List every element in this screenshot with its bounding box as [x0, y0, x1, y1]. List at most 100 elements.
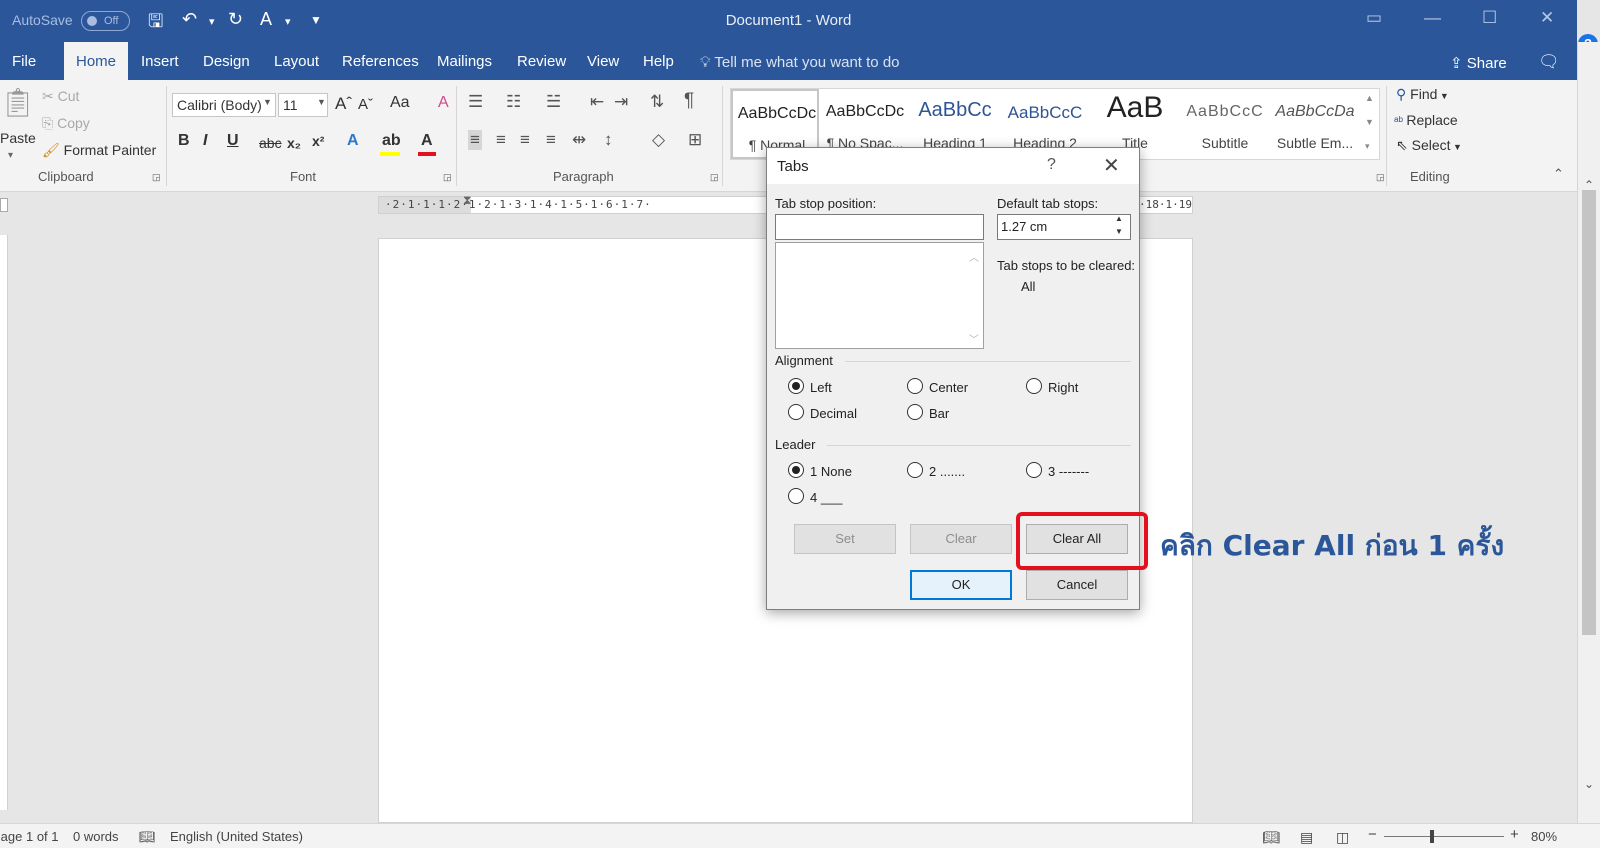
dialog-close-icon[interactable]: ✕	[1103, 153, 1120, 178]
styles-scroll-down-icon[interactable]: ▼	[1365, 117, 1374, 127]
paragraph-launcher-icon[interactable]: ◲	[710, 172, 719, 183]
style-subtitle[interactable]: AaBbCcC Subtitle	[1181, 89, 1269, 159]
font-size-dropdown-icon[interactable]: ▼	[317, 97, 326, 107]
paste-button[interactable]: Paste	[0, 130, 36, 146]
dialog-help-button[interactable]: ?	[1047, 156, 1056, 174]
leader-none-label[interactable]: 1 None	[810, 464, 852, 479]
web-layout-icon[interactable]: ◫	[1336, 829, 1349, 846]
align-decimal-radio[interactable]	[788, 404, 804, 420]
tab-selector[interactable]	[0, 198, 8, 212]
align-right-icon[interactable]: ≡	[520, 130, 530, 150]
align-center-radio[interactable]	[907, 378, 923, 394]
set-button[interactable]: Set	[794, 524, 896, 554]
font-name-box[interactable]: Calibri (Body)	[172, 93, 276, 117]
language-indicator[interactable]: English (United States)	[170, 829, 303, 844]
tab-layout[interactable]: Layout	[274, 53, 319, 70]
tab-stop-position-input[interactable]	[775, 214, 984, 240]
spin-up-icon[interactable]: ▲	[1115, 214, 1123, 223]
tab-help[interactable]: Help	[643, 53, 674, 70]
clear-formatting-icon[interactable]: A	[438, 94, 449, 112]
leader-none-radio[interactable]	[788, 462, 804, 478]
paste-icon[interactable]: 📋︎	[0, 86, 36, 119]
tab-mailings[interactable]: Mailings	[437, 53, 492, 70]
list-scroll-up-icon[interactable]: ︿	[969, 249, 979, 264]
leader-dashes-radio[interactable]	[1026, 462, 1042, 478]
shrink-font-icon[interactable]: Aˇ	[358, 96, 373, 113]
print-layout-icon[interactable]: ▤	[1300, 829, 1313, 846]
style-subtle-emphasis[interactable]: AaBbCcDa Subtle Em...	[1271, 89, 1359, 159]
increase-indent-icon[interactable]: ⇥	[614, 92, 628, 112]
styles-more-icon[interactable]: ▾	[1365, 141, 1370, 152]
align-decimal-label[interactable]: Decimal	[810, 406, 857, 421]
scroll-thumb[interactable]	[1582, 190, 1596, 635]
tab-view[interactable]: View	[587, 53, 619, 70]
default-tab-stops-input[interactable]: 1.27 cm	[997, 214, 1131, 240]
format-painter-button[interactable]: 🖌︎ Format Painter	[42, 142, 156, 159]
bold-button[interactable]: B	[178, 132, 190, 150]
leader-dots-radio[interactable]	[907, 462, 923, 478]
font-name-dropdown-icon[interactable]: ▼	[263, 97, 272, 107]
tab-stop-list[interactable]: ︿ ﹀	[775, 242, 984, 349]
text-effects-icon[interactable]: A	[347, 132, 359, 150]
zoom-in-icon[interactable]: +	[1510, 826, 1519, 843]
zoom-slider-track[interactable]	[1384, 836, 1504, 837]
collapse-ribbon-icon[interactable]: ⌃	[1553, 166, 1564, 182]
share-button[interactable]: ⇪ Share	[1450, 54, 1507, 72]
tab-home[interactable]: Home	[64, 42, 129, 80]
underline-button[interactable]: U	[227, 132, 239, 150]
ribbon-display-icon[interactable]: ▭	[1366, 8, 1382, 28]
align-left-radio[interactable]	[788, 378, 804, 394]
word-count[interactable]: 0 words	[73, 829, 119, 844]
clear-button[interactable]: Clear	[910, 524, 1012, 554]
proofing-icon[interactable]: 📖︎	[139, 829, 156, 845]
align-center-label[interactable]: Center	[929, 380, 968, 395]
zoom-slider-thumb[interactable]	[1430, 830, 1434, 843]
subscript-button[interactable]: x₂	[287, 135, 301, 151]
close-window-icon[interactable]: ✕	[1540, 8, 1554, 28]
select-button[interactable]: ⇖ Select ▼	[1396, 137, 1462, 154]
tell-me-search[interactable]: 💡︎ Tell me what you want to do	[700, 54, 900, 71]
tab-design[interactable]: Design	[203, 53, 250, 70]
styles-scroll-up-icon[interactable]: ▲	[1365, 93, 1374, 103]
tab-file[interactable]: File	[12, 53, 36, 70]
bullets-icon[interactable]: ☰	[468, 92, 483, 112]
comments-icon[interactable]: 🗨︎	[1538, 52, 1560, 72]
align-right-label[interactable]: Right	[1048, 380, 1078, 395]
leader-line-label[interactable]: 4 ___	[810, 490, 843, 505]
align-bar-radio[interactable]	[907, 404, 923, 420]
italic-button[interactable]: I	[203, 132, 207, 150]
tab-insert[interactable]: Insert	[141, 53, 179, 70]
shading-icon[interactable]: ◇	[652, 130, 665, 150]
justify-icon[interactable]: ≡	[546, 130, 556, 150]
list-scroll-down-icon[interactable]: ﹀	[969, 331, 979, 346]
vertical-scrollbar[interactable]: ⌃ ⌄	[1577, 42, 1600, 823]
sort-icon[interactable]: ⇅	[650, 92, 664, 112]
copy-button[interactable]: ⎘ Copy	[42, 115, 90, 132]
line-spacing-icon[interactable]: ↕	[604, 130, 613, 150]
minimize-icon[interactable]: —	[1424, 8, 1441, 28]
maximize-icon[interactable]: ☐	[1482, 8, 1497, 28]
leader-dashes-label[interactable]: 3 -------	[1048, 464, 1089, 479]
strikethrough-button[interactable]: abc	[259, 135, 282, 151]
cut-button[interactable]: ✂ Cut	[42, 88, 79, 105]
align-bar-label[interactable]: Bar	[929, 406, 949, 421]
decrease-indent-icon[interactable]: ⇤	[590, 92, 604, 112]
leader-line-radio[interactable]	[788, 488, 804, 504]
paste-dropdown-icon[interactable]: ▾	[8, 150, 13, 161]
find-button[interactable]: ⚲ Find ▼	[1396, 86, 1449, 103]
align-right-radio[interactable]	[1026, 378, 1042, 394]
zoom-out-icon[interactable]: −	[1368, 826, 1377, 843]
borders-icon[interactable]: ⊞	[688, 130, 702, 150]
zoom-level[interactable]: 80%	[1531, 829, 1557, 844]
tab-review[interactable]: Review	[517, 53, 566, 70]
highlight-icon[interactable]: ab	[382, 132, 401, 150]
ok-button[interactable]: OK	[910, 570, 1012, 600]
indent-marker-icon[interactable]: ⧗	[463, 193, 471, 208]
multilevel-list-icon[interactable]: ☱	[546, 92, 561, 112]
clipboard-launcher-icon[interactable]: ◲	[152, 172, 161, 183]
leader-dots-label[interactable]: 2 .......	[929, 464, 965, 479]
align-left-icon[interactable]: ≡	[468, 130, 482, 150]
numbering-icon[interactable]: ☷	[506, 92, 521, 112]
grow-font-icon[interactable]: Aˆ	[335, 94, 352, 114]
show-formatting-icon[interactable]: ¶	[684, 90, 694, 112]
